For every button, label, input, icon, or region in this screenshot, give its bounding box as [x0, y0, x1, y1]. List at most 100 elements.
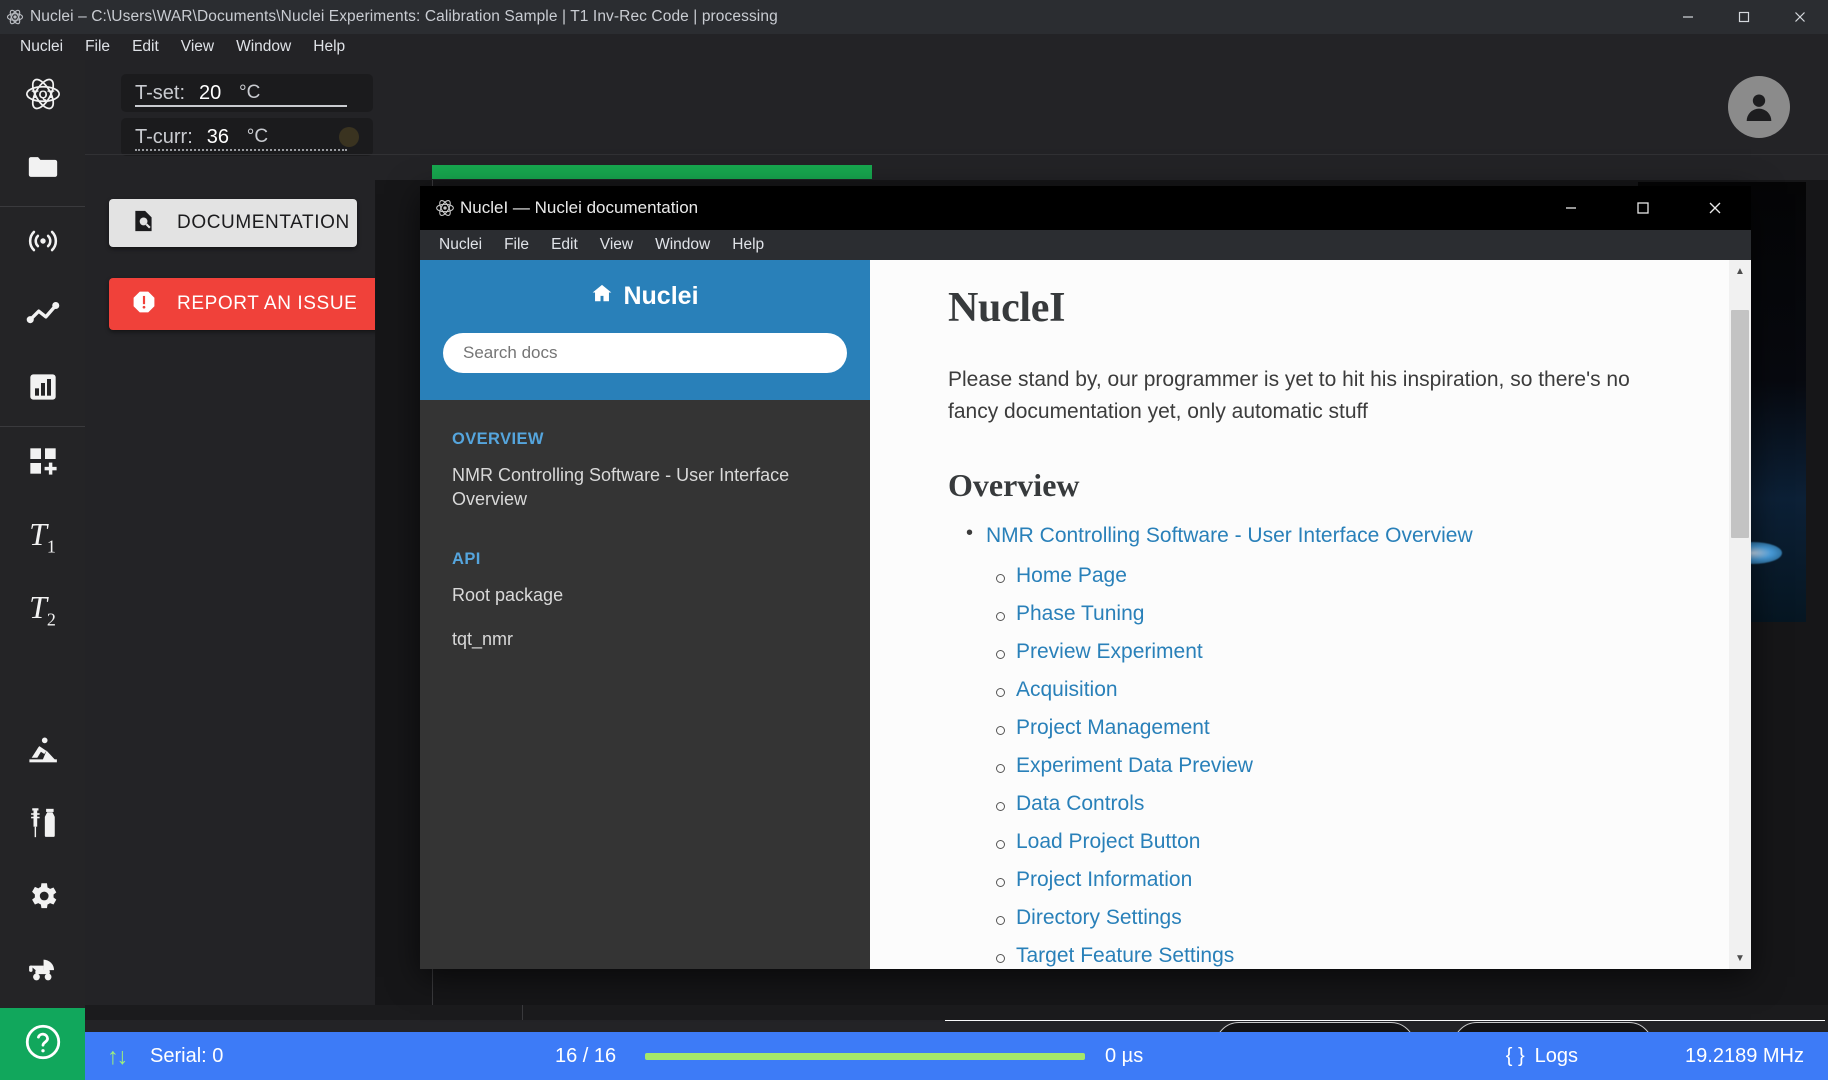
docs-toc-sublist: Home Page Phase Tuning Preview Experimen… — [986, 564, 1751, 968]
scan-counter: 16 / 16 — [555, 1044, 617, 1067]
avatar[interactable] — [1728, 76, 1790, 138]
logs-label: Logs — [1534, 1044, 1578, 1067]
documentation-button-label: DOCUMENTATION — [177, 212, 350, 233]
docs-logo-icon — [420, 186, 460, 230]
robot-icon — [26, 952, 60, 991]
docs-scrollbar[interactable]: ▲ ▼ — [1729, 260, 1751, 969]
transfer-arrows-icon: ↑↓ — [107, 1042, 128, 1069]
documentation-window: NucleI — Nuclei documentation Nuclei Fil… — [420, 186, 1751, 969]
docs-menu-item-view[interactable]: View — [589, 236, 644, 254]
rail-item-samples[interactable] — [0, 789, 85, 862]
docs-brand-label: Nuclei — [623, 282, 699, 310]
status-bar: ↑↓ Serial: 0 16 / 16 0 µs { } Logs 19.21… — [85, 1032, 1828, 1080]
frequency-readout: 19.2189 MHz — [1685, 1044, 1804, 1067]
docs-toc-link-preview-experiment[interactable]: Preview Experiment — [1016, 640, 1203, 663]
docs-toc-link-load-project-button[interactable]: Load Project Button — [1016, 830, 1200, 853]
serial-status: Serial: 0 — [150, 1044, 224, 1067]
list-item: Directory Settings — [986, 906, 1751, 930]
docs-nav-item-tqt-nmr[interactable]: tqt_nmr — [420, 627, 870, 651]
docs-nav-item-root-package[interactable]: Root package — [420, 583, 870, 607]
workspace-bottom-band — [85, 1005, 1828, 1020]
t1-icon: T1 — [29, 515, 56, 557]
docs-menu-item-nuclei[interactable]: Nuclei — [428, 236, 493, 254]
docs-maximize-button[interactable] — [1607, 186, 1679, 230]
docs-toc-top-item: NMR Controlling Software - User Interfac… — [948, 522, 1751, 968]
scroll-down-arrow-icon[interactable]: ▼ — [1729, 947, 1751, 969]
docs-toc-link-ui-overview[interactable]: NMR Controlling Software - User Interfac… — [986, 524, 1473, 547]
docs-toc-link-directory-settings[interactable]: Directory Settings — [1016, 906, 1182, 929]
documentation-button[interactable]: DOCUMENTATION — [109, 199, 357, 247]
svg-text:TQT: TQT — [31, 89, 54, 101]
rail-item-t1[interactable]: T1 — [0, 500, 85, 573]
list-item: Data Controls — [986, 792, 1751, 816]
close-button[interactable] — [1772, 0, 1828, 34]
rail-item-data[interactable] — [0, 353, 85, 426]
docs-titlebar: NucleI — Nuclei documentation — [420, 186, 1751, 230]
docs-menu-item-window[interactable]: Window — [644, 236, 721, 254]
workspace-divider-bottom — [522, 1005, 523, 1020]
t-set-value[interactable]: 20 — [185, 82, 227, 105]
maximize-button[interactable] — [1716, 0, 1772, 34]
docs-toc-link-project-management[interactable]: Project Management — [1016, 716, 1210, 739]
list-item: Target Feature Settings — [986, 944, 1751, 968]
document-search-icon — [131, 208, 157, 239]
menu-item-edit[interactable]: Edit — [121, 38, 170, 56]
docs-toc-link-project-information[interactable]: Project Information — [1016, 868, 1192, 891]
docs-minimize-button[interactable] — [1535, 186, 1607, 230]
docs-close-button[interactable] — [1679, 186, 1751, 230]
docs-toc-link-data-controls[interactable]: Data Controls — [1016, 792, 1144, 815]
menu-item-window[interactable]: Window — [225, 38, 302, 56]
docs-search-box[interactable] — [443, 333, 847, 373]
add-grid-icon — [27, 445, 59, 482]
menu-item-nuclei[interactable]: Nuclei — [9, 38, 74, 56]
menu-item-file[interactable]: File — [74, 38, 121, 56]
scroll-up-arrow-icon[interactable]: ▲ — [1729, 260, 1751, 282]
docs-toc-link-target-feature-settings[interactable]: Target Feature Settings — [1016, 944, 1234, 967]
docs-brand[interactable]: Nuclei — [591, 282, 699, 311]
list-item: Project Management — [986, 716, 1751, 740]
docs-menu-item-help[interactable]: Help — [721, 236, 775, 254]
docs-toc-link-phase-tuning[interactable]: Phase Tuning — [1016, 602, 1144, 625]
rail-item-help[interactable] — [0, 1008, 85, 1080]
docs-window-title: NucleI — Nuclei documentation — [460, 198, 699, 217]
app-logo-icon — [0, 0, 30, 34]
scrollbar-thumb[interactable] — [1731, 310, 1749, 538]
report-issue-button[interactable]: REPORT AN ISSUE — [109, 278, 387, 330]
docs-toc-link-experiment-data-preview[interactable]: Experiment Data Preview — [1016, 754, 1253, 777]
rail-item-t2[interactable]: T2 — [0, 573, 85, 646]
docs-toc-link-home-page[interactable]: Home Page — [1016, 564, 1127, 587]
docs-menu-item-file[interactable]: File — [493, 236, 540, 254]
t-curr-value: 36 — [206, 125, 230, 148]
menu-item-help[interactable]: Help — [302, 38, 356, 56]
docs-sidebar-nav: OVERVIEW NMR Controlling Software - User… — [420, 400, 870, 651]
rail-item-settings[interactable] — [0, 862, 85, 935]
rail-item-tqt-logo[interactable]: TQT — [0, 60, 85, 133]
menu-item-view[interactable]: View — [170, 38, 225, 56]
list-item: Phase Tuning — [986, 602, 1751, 626]
home-icon — [591, 282, 613, 311]
rail-item-new-experiment[interactable] — [0, 427, 85, 500]
rail-item-automation[interactable] — [0, 935, 85, 1008]
list-item: Experiment Data Preview — [986, 754, 1751, 778]
docs-article: NucleI Please stand by, our programmer i… — [870, 260, 1751, 968]
folder-icon — [26, 150, 60, 189]
line-chart-icon — [26, 297, 60, 336]
docs-menu-item-edit[interactable]: Edit — [540, 236, 589, 254]
main-window-controls — [1660, 0, 1828, 34]
t-curr-unit: °C — [246, 126, 269, 147]
help-icon — [22, 1021, 64, 1068]
minimize-button[interactable] — [1660, 0, 1716, 34]
search-input[interactable] — [443, 343, 847, 363]
docs-toc-link-acquisition[interactable]: Acquisition — [1016, 678, 1118, 701]
rail-item-under-construction[interactable] — [0, 716, 85, 789]
scan-progress-bar — [645, 1052, 1085, 1060]
logs-button[interactable]: { } Logs — [1506, 1045, 1578, 1068]
rail-item-projects[interactable] — [0, 133, 85, 206]
docs-nav-item-ui-overview[interactable]: NMR Controlling Software - User Interfac… — [420, 463, 870, 512]
rail-item-signal[interactable] — [0, 280, 85, 353]
docs-menubar: Nuclei File Edit View Window Help — [420, 230, 1751, 260]
t-set-field[interactable]: T-set: 20 °C — [121, 74, 373, 112]
rail-item-acquisition[interactable] — [0, 207, 85, 280]
main-titlebar: Nuclei – C:\Users\WAR\Documents\Nuclei E… — [0, 0, 1828, 34]
main-window-title: Nuclei – C:\Users\WAR\Documents\Nuclei E… — [30, 8, 778, 25]
